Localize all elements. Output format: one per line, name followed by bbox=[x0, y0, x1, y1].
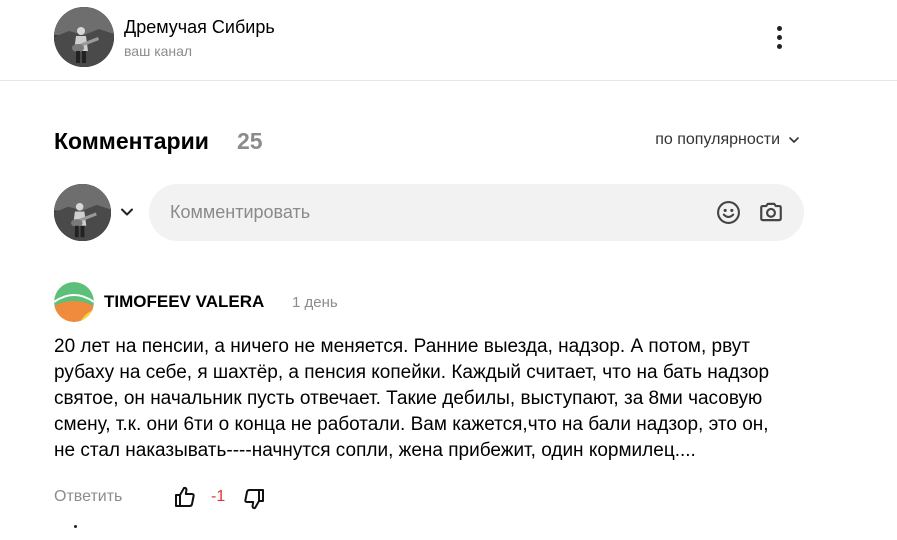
emoji-icon[interactable] bbox=[716, 200, 741, 225]
more-dot-icon bbox=[776, 25, 782, 31]
sort-label: по популярности bbox=[655, 131, 780, 148]
comment-author-avatar[interactable] bbox=[54, 282, 94, 322]
comments-count: 25 bbox=[237, 128, 263, 154]
comment-input[interactable] bbox=[170, 184, 710, 241]
more-options-button[interactable] bbox=[766, 22, 792, 52]
sort-dropdown[interactable]: по популярности bbox=[655, 131, 800, 149]
comment-text-line: рубаху на себе, я шахтёр, а пенсия копей… bbox=[54, 362, 770, 383]
comment-rating: -1 bbox=[211, 488, 226, 505]
more-dot-icon bbox=[776, 43, 782, 49]
chevron-down-icon[interactable] bbox=[119, 204, 135, 220]
comment-text-line: 20 лет на пенсии, а ничего не меняется. … bbox=[54, 336, 750, 357]
comment-text-line: смену, т.к. они 6ти о конца не работали.… bbox=[54, 414, 769, 435]
channel-subtitle: ваш канал bbox=[124, 43, 193, 59]
comment-text: 20 лет на пенсии, а ничего не меняется. … bbox=[54, 334, 834, 464]
comment-input-box[interactable] bbox=[149, 184, 804, 241]
comment-author[interactable]: TIMOFEEV VALERA bbox=[104, 292, 264, 312]
divider-dot bbox=[74, 525, 77, 528]
user-avatar[interactable] bbox=[54, 184, 111, 241]
comment-text-line: святое, он начальник пусть отвечает. Так… bbox=[54, 388, 763, 409]
channel-avatar[interactable] bbox=[54, 7, 114, 67]
comments-title: Комментарии bbox=[54, 128, 209, 154]
more-dot-icon bbox=[776, 34, 782, 40]
channel-name[interactable]: Дремучая Сибирь bbox=[124, 17, 275, 38]
comment-text-line: не стал наказывать----начнутся сопли, же… bbox=[54, 440, 696, 461]
thumbs-up-icon[interactable] bbox=[173, 485, 197, 509]
thumbs-down-icon[interactable] bbox=[242, 487, 266, 511]
channel-header: Дремучая Сибирь ваш канал bbox=[0, 0, 897, 81]
camera-icon[interactable] bbox=[758, 199, 784, 225]
comment-time: 1 день bbox=[292, 294, 338, 311]
reply-button[interactable]: Ответить bbox=[54, 488, 122, 506]
chevron-down-icon bbox=[789, 137, 799, 143]
